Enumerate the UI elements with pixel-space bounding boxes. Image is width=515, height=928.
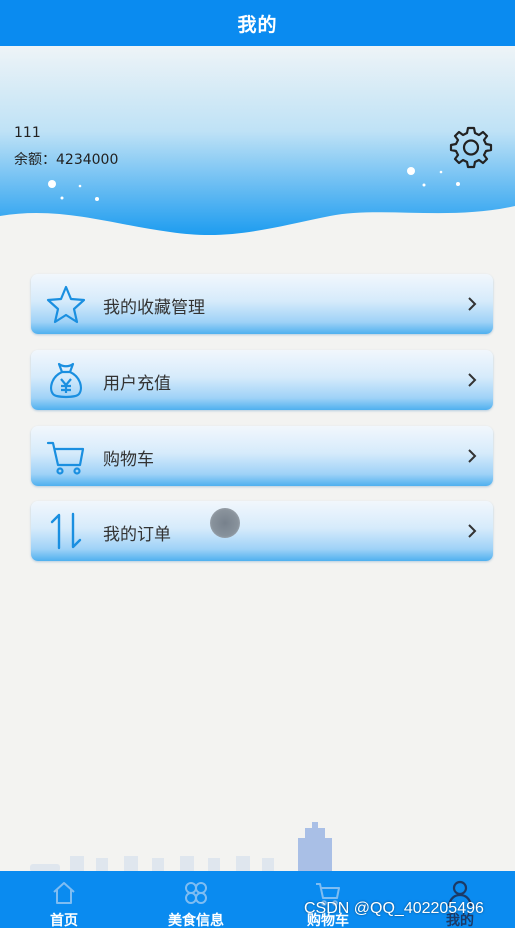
chevron-right-icon (468, 449, 477, 463)
menu-item-cart[interactable]: 购物车 (31, 426, 493, 486)
cart-icon (46, 441, 85, 475)
username: 111 (14, 125, 41, 141)
header-wave-background (0, 46, 515, 235)
balance-text: 余额：4234000 (14, 152, 119, 168)
menu-item-label: 用户充值 (103, 374, 171, 394)
tab-label: 首页 (50, 913, 78, 928)
settings-gear-icon[interactable] (449, 125, 493, 169)
sort-arrows-icon (50, 512, 82, 550)
page-title: 我的 (237, 13, 278, 36)
touch-indicator (210, 508, 240, 538)
menu-item-recharge[interactable]: 用户充值 (31, 350, 493, 410)
watermark-text: CSDN @QQ_402205496 (304, 900, 484, 917)
grid-icon (185, 882, 207, 904)
star-icon (46, 285, 86, 324)
tab-home[interactable]: 首页 (4, 871, 124, 928)
money-bag-icon (50, 362, 82, 399)
menu-item-orders[interactable]: 我的订单 (31, 501, 493, 561)
menu-item-favorites[interactable]: 我的收藏管理 (31, 274, 493, 334)
home-icon (53, 882, 75, 904)
title-bar: 我的 (0, 0, 515, 46)
tab-food-info[interactable]: 美食信息 (136, 871, 256, 928)
chevron-right-icon (468, 297, 477, 311)
menu-item-label: 购物车 (103, 450, 154, 470)
chevron-right-icon (468, 524, 477, 538)
skyline-decoration (30, 822, 332, 872)
tab-label: 美食信息 (168, 913, 224, 928)
chevron-right-icon (468, 373, 477, 387)
menu-item-label: 我的订单 (103, 525, 171, 545)
menu-item-label: 我的收藏管理 (103, 298, 205, 318)
